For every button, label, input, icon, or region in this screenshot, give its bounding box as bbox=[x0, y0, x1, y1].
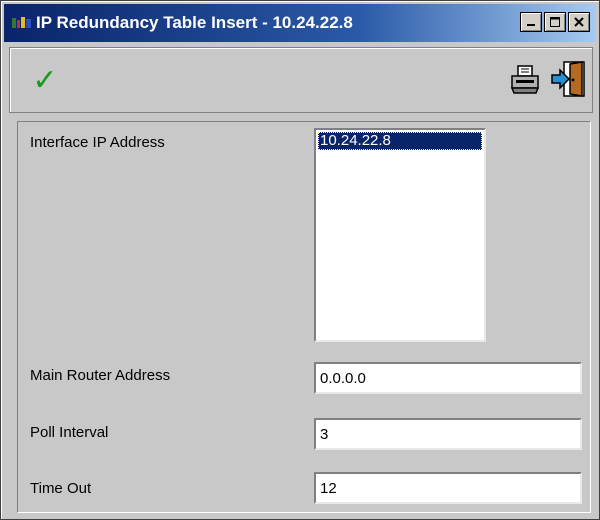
time-out-field[interactable] bbox=[314, 472, 582, 504]
poll-interval-field[interactable] bbox=[314, 418, 582, 450]
main-router-field[interactable] bbox=[314, 362, 582, 394]
app-icon bbox=[12, 15, 32, 31]
dialog-window: IP Redundancy Table Insert - 10.24.22.8 bbox=[0, 0, 600, 520]
exit-button[interactable] bbox=[550, 60, 586, 98]
form-panel: Interface IP Address 10.24.22.8 Main Rou… bbox=[17, 121, 591, 513]
minimize-icon bbox=[527, 24, 535, 26]
list-item[interactable]: 10.24.22.8 bbox=[318, 132, 482, 150]
checkmark-icon: ✓ bbox=[32, 63, 58, 97]
exit-door-icon bbox=[551, 61, 585, 97]
maximize-icon bbox=[550, 17, 560, 27]
close-icon bbox=[574, 17, 584, 27]
toolbar: ✓ bbox=[9, 47, 593, 113]
title-buttons bbox=[520, 12, 590, 32]
window-title: IP Redundancy Table Insert - 10.24.22.8 bbox=[36, 13, 353, 32]
main-router-label: Main Router Address bbox=[30, 367, 171, 384]
maximize-button[interactable] bbox=[544, 12, 566, 32]
poll-interval-label: Poll Interval bbox=[30, 424, 109, 441]
interface-ip-label: Interface IP Address bbox=[30, 134, 165, 151]
ok-button[interactable]: ✓ bbox=[28, 62, 62, 98]
time-out-label: Time Out bbox=[30, 480, 92, 497]
minimize-button[interactable] bbox=[520, 12, 542, 32]
close-button[interactable] bbox=[568, 12, 590, 32]
interface-ip-listbox[interactable]: 10.24.22.8 bbox=[314, 128, 486, 342]
print-button[interactable] bbox=[508, 64, 542, 96]
printer-icon bbox=[510, 65, 540, 94]
title-bar[interactable]: IP Redundancy Table Insert - 10.24.22.8 bbox=[4, 4, 596, 42]
